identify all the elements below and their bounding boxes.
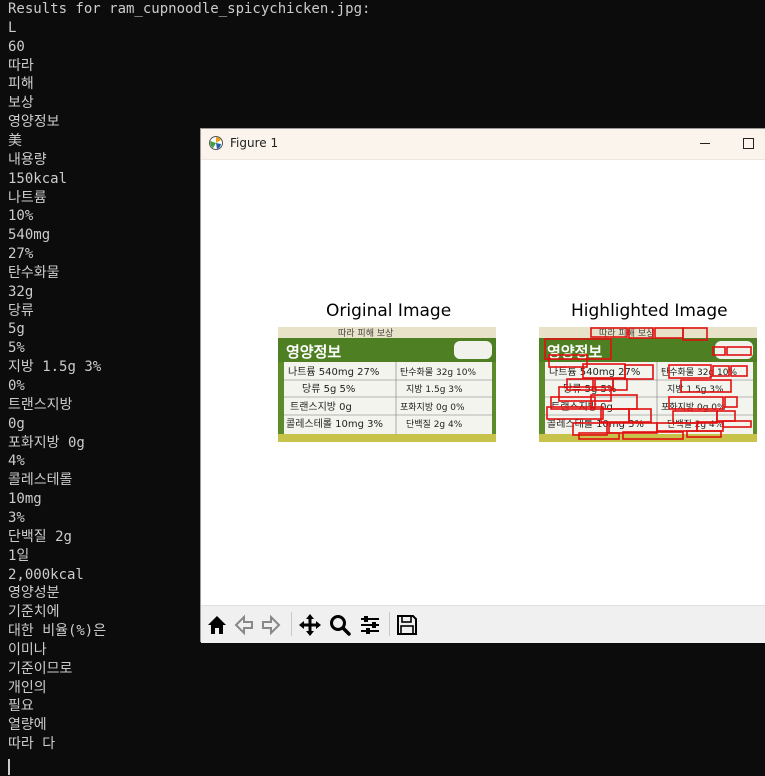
ocr-result-line: 4% [8, 453, 25, 470]
ocr-result-line: 1일 [8, 547, 30, 564]
matplotlib-icon [208, 135, 224, 151]
window-title: Figure 1 [230, 136, 279, 150]
ocr-result-line: 32g [8, 283, 34, 300]
toolbar-separator [389, 612, 390, 636]
save-icon [397, 615, 417, 635]
ocr-result-line: 10mg [8, 491, 42, 508]
ocr-result-line: 2,000kcal [8, 566, 84, 583]
zoom-icon [330, 615, 351, 636]
ocr-result-line: 따라 다 [8, 736, 56, 753]
ocr-result-line: 대한 비율(%)은 [8, 623, 107, 640]
label-row1-right: 탄수화물 32g 10% [400, 367, 476, 378]
subplot-title-highlighted: Highlighted Image [571, 301, 728, 321]
minimize-button[interactable] [694, 129, 718, 159]
label-row3-left: 트랜스지방 0g [290, 401, 352, 413]
save-button[interactable] [395, 613, 419, 637]
ocr-result-line: 5g [8, 321, 25, 338]
ocr-result-line: 영양정보 [8, 114, 60, 131]
ocr-result-line: 0g [8, 415, 25, 432]
ocr-result-line: 나트륨 [8, 189, 47, 206]
ocr-result-line: 3% [8, 509, 25, 526]
ocr-result-line: 5% [8, 340, 25, 357]
terminal-cursor [8, 759, 10, 775]
label-row2-right: 지방 1.5g 3% [406, 384, 463, 395]
home-button[interactable] [205, 613, 229, 637]
ocr-result-line: 피해 [8, 76, 34, 93]
ocr-result-line: 美 [8, 132, 22, 149]
label-row2-left: 당류 5g 5% [302, 383, 355, 395]
highlight-row4-right: 단백질 2g 4% [667, 418, 724, 430]
ocr-result-line: 보상 [8, 95, 34, 112]
label-row4-right: 단백질 2g 4% [406, 418, 463, 430]
ocr-result-line: 이미나 [8, 641, 47, 658]
ocr-result-line: 지방 1.5g 3% [8, 359, 102, 376]
highlighted-image: 따라 피해 보상 영양정보 나트륨 540mg 27% 탄수화물 32g 10%… [539, 327, 757, 442]
pan-button[interactable] [298, 613, 322, 637]
ocr-result-line: 당류 [8, 302, 34, 319]
ocr-result-line: 개인의 [8, 679, 47, 696]
ocr-result-line: 따라 [8, 57, 34, 74]
ocr-result-line: 열량에 [8, 717, 47, 734]
ocr-result-line: 필요 [8, 698, 34, 715]
ocr-result-line: 60 [8, 38, 25, 55]
back-button[interactable] [232, 613, 256, 637]
maximize-button[interactable] [738, 129, 762, 159]
label-heading: 영양정보 [286, 343, 341, 361]
ocr-result-line: 0% [8, 378, 25, 394]
configure-subplots-button[interactable] [358, 613, 382, 637]
ocr-result-line: 탄수화물 [8, 264, 60, 281]
label-banner: 따라 피해 보상 [338, 328, 393, 339]
forward-arrow-icon [262, 614, 281, 636]
ocr-result-line: 영양성분 [8, 585, 60, 602]
ocr-result-line: 기준치에 [8, 604, 60, 621]
label-row3-right: 포화지방 0g 0% [400, 402, 465, 413]
ocr-result-line: 540mg [8, 227, 51, 244]
back-arrow-icon [234, 614, 253, 636]
figure-toolbar [201, 605, 765, 643]
original-image: 따라 피해 보상 영양정보 나트륨 540mg 27% 탄수화물 32g 10%… [278, 327, 496, 442]
subplot-title-original: Original Image [326, 301, 452, 321]
zoom-button[interactable] [328, 613, 352, 637]
ocr-result-line: 콜레스테롤 [8, 472, 73, 489]
results-header: Results for ram_cupnoodle_spicychicken.j… [8, 1, 371, 17]
window-titlebar[interactable]: Figure 1 [201, 129, 765, 160]
ocr-result-line: 27% [8, 246, 34, 263]
toolbar-separator [291, 612, 292, 636]
label-row1-left: 나트륨 540mg 27% [288, 366, 379, 378]
label-row4-left: 콜레스테롤 10mg 3% [286, 418, 383, 430]
forward-button[interactable] [259, 613, 283, 637]
highlight-row2-left: 당류 5g 5% [563, 383, 616, 395]
home-icon [208, 616, 226, 634]
ocr-result-line: L [8, 19, 17, 36]
ocr-result-line: 내용량 [8, 151, 47, 168]
ocr-result-line: 트랜스지방 [8, 396, 73, 413]
ocr-result-line: 150kcal [8, 170, 68, 187]
ocr-result-line: 단백질 2g [8, 528, 72, 545]
ocr-result-line: 10% [8, 208, 34, 225]
ocr-result-line: 기준이므로 [8, 660, 73, 677]
highlight-row2-right: 지방 1.5g 3% [667, 384, 724, 395]
ocr-result-line: 포화지방 0g [8, 434, 85, 451]
pan-icon [299, 614, 321, 636]
matplotlib-figure-window[interactable]: Figure 1 Original Image Highlighted Imag… [200, 128, 765, 643]
maximize-icon [743, 138, 754, 149]
configure-subplots-icon [361, 616, 379, 634]
minimize-icon [700, 143, 710, 144]
